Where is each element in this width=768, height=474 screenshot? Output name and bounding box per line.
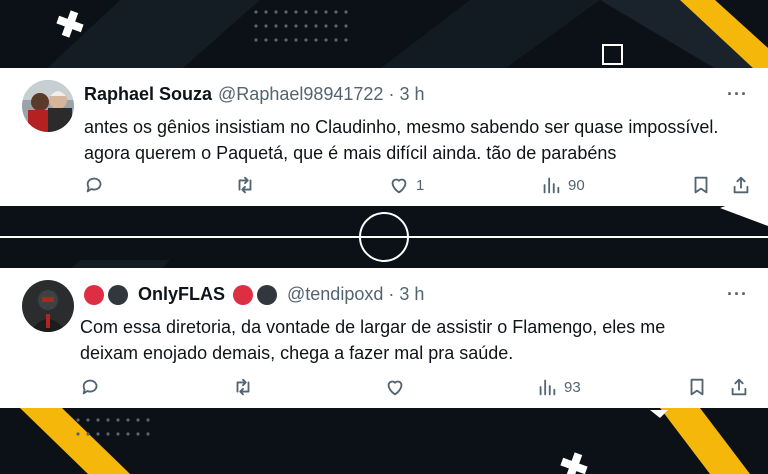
- user-handle[interactable]: @Raphael98941722: [218, 84, 383, 105]
- display-name[interactable]: OnlyFLAS: [138, 284, 225, 305]
- bookmark-button[interactable]: [686, 376, 708, 398]
- action-bar: 93: [0, 376, 768, 402]
- avatar[interactable]: [22, 280, 74, 332]
- timestamp[interactable]: 3 h: [399, 284, 424, 305]
- timestamp[interactable]: 3 h: [399, 84, 424, 105]
- views-count: 90: [568, 176, 585, 194]
- tweet-text: Com essa diretoria, da vontade de largar…: [80, 314, 750, 366]
- share-icon: [731, 378, 747, 396]
- reply-button[interactable]: [84, 174, 106, 196]
- tweet-text-line: deixam enojado demais, chega a fazer mal…: [80, 343, 514, 363]
- black-circle-icon: [257, 284, 278, 305]
- retweet-icon: [236, 378, 250, 396]
- black-circle-icon: [108, 284, 128, 305]
- action-bar: 1 90: [0, 174, 768, 200]
- like-button[interactable]: [384, 376, 412, 398]
- like-icon: [391, 178, 407, 194]
- tweet-card[interactable]: OnlyFLAS @tendipoxd · 3 h ··· Com essa d…: [0, 268, 768, 408]
- user-handle[interactable]: @tendipoxd: [287, 284, 383, 305]
- display-name[interactable]: Raphael Souza: [84, 84, 212, 105]
- separator: ·: [388, 284, 395, 304]
- like-button[interactable]: 1: [388, 174, 424, 196]
- views-count: 93: [564, 378, 581, 396]
- more-options-icon[interactable]: ···: [727, 284, 748, 305]
- more-options-icon[interactable]: ···: [727, 84, 748, 105]
- share-button[interactable]: [730, 174, 752, 196]
- tweet-text-line: Com essa diretoria, da vontade de largar…: [80, 317, 666, 337]
- like-icon: [387, 380, 403, 396]
- red-circle-icon: [233, 284, 254, 305]
- separator: ·: [388, 84, 395, 104]
- tweet-text-line: agora querem o Paquetá, que é mais difíc…: [84, 143, 617, 163]
- tweet-text: antes os gênios insistiam no Claudinho, …: [84, 114, 754, 166]
- views-icon: [543, 177, 560, 194]
- share-button[interactable]: [728, 376, 750, 398]
- views-button[interactable]: 93: [536, 376, 581, 398]
- share-icon: [733, 176, 749, 194]
- tweet-header: OnlyFLAS @tendipoxd · 3 h: [84, 284, 424, 305]
- reply-icon: [82, 379, 98, 395]
- tweet-card[interactable]: Raphael Souza @Raphael98941722 · 3 h ···…: [0, 68, 768, 206]
- bookmark-button[interactable]: [690, 174, 712, 196]
- retweet-icon: [238, 176, 252, 194]
- reply-icon: [86, 177, 102, 193]
- red-circle-icon: [84, 284, 104, 305]
- retweet-button[interactable]: [232, 376, 254, 398]
- like-count: 1: [416, 176, 425, 194]
- avatar[interactable]: [22, 80, 74, 132]
- views-icon: [539, 379, 556, 396]
- tweet-header: Raphael Souza @Raphael98941722 · 3 h: [84, 84, 424, 105]
- views-button[interactable]: 90: [540, 174, 585, 196]
- retweet-button[interactable]: [234, 174, 256, 196]
- reply-button[interactable]: [80, 376, 102, 398]
- bookmark-icon: [690, 378, 704, 396]
- bookmark-icon: [694, 176, 708, 194]
- tweet-text-line: antes os gênios insistiam no Claudinho, …: [84, 117, 719, 137]
